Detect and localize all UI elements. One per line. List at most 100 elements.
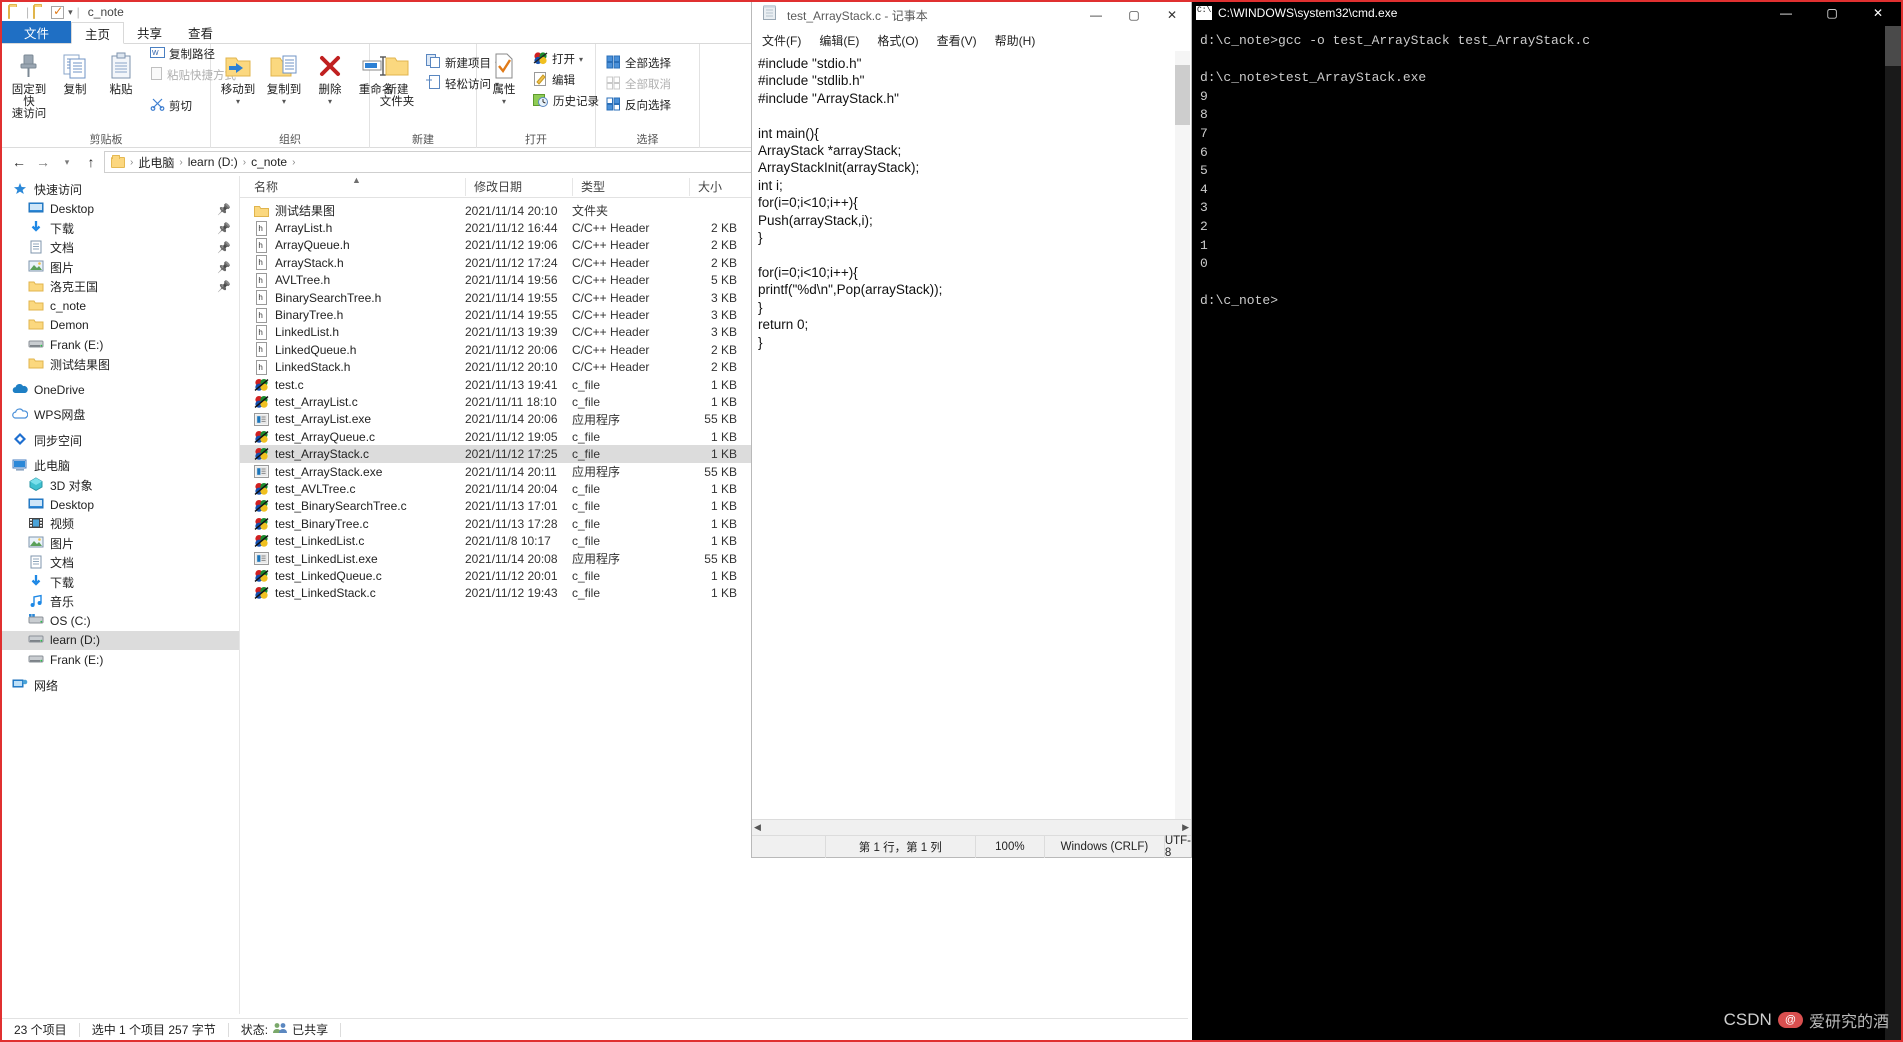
pin-icon[interactable]: 📌 [217,261,231,274]
file-name-cell[interactable]: test_LinkedStack.c [240,586,465,601]
nav-item-[interactable]: 测试结果图 [2,355,239,374]
chevron-down-icon[interactable]: ▾ [68,7,73,18]
cmd-scroll-thumb[interactable] [1885,26,1901,66]
nav-item-c_note[interactable]: c_note [2,296,239,315]
nav-item-wps[interactable]: WPS网盘 [2,405,239,424]
file-name-cell[interactable]: 测试结果图 [240,202,465,219]
nav-item-[interactable]: 下载 [2,572,239,591]
nav-item-[interactable]: 图片 📌 [2,258,239,277]
notepad-vertical-scrollbar[interactable] [1175,51,1190,819]
back-button[interactable]: ← [8,151,30,173]
pin-icon[interactable]: 📌 [217,203,231,216]
recent-locations-button[interactable]: ▾ [56,151,78,173]
notepad-horizontal-scrollbar[interactable]: ◀ ▶ [752,819,1191,835]
file-name-cell[interactable]: h BinarySearchTree.h [240,290,465,306]
notepad-menu-file[interactable]: 文件(F) [762,32,801,49]
select-none-button[interactable]: 全部取消 [603,75,674,94]
file-name-cell[interactable]: h AVLTree.h [240,272,465,288]
notepad-maximize-button[interactable]: ▢ [1115,1,1153,29]
scroll-right-icon[interactable]: ▶ [1182,822,1189,833]
file-name-cell[interactable]: h LinkedQueue.h [240,342,465,358]
cmd-close-button[interactable]: ✕ [1855,0,1901,26]
move-to-button[interactable]: 移动到 ▾ [215,48,261,108]
folder-icon[interactable] [33,5,47,19]
notepad-menu-edit[interactable]: 编辑(E) [819,32,859,49]
nav-item-demon[interactable]: Demon [2,316,239,335]
forward-button[interactable]: → [32,151,54,173]
command-prompt-window[interactable]: C:\WINDOWS\system32\cmd.exe — ▢ ✕ d:\c_n… [1192,0,1901,1042]
notepad-title-bar[interactable]: test_ArrayStack.c - 记事本 — ▢ ✕ [752,1,1191,29]
checkbox-icon[interactable] [51,4,65,19]
cmd-minimize-button[interactable]: — [1763,0,1809,26]
notepad-text-area[interactable]: #include "stdio.h" #include "stdlib.h" #… [752,51,1191,819]
notepad-window[interactable]: test_ArrayStack.c - 记事本 — ▢ ✕ 文件(F) 编辑(E… [751,0,1192,859]
history-button[interactable]: 历史记录 [530,92,602,111]
nav-item-[interactable]: 音乐 [2,592,239,611]
notepad-close-button[interactable]: ✕ [1153,1,1191,29]
file-name-cell[interactable]: test_LinkedList.exe [240,551,465,566]
file-name-cell[interactable]: test_ArrayStack.c [240,447,465,462]
cmd-output[interactable]: d:\c_note>gcc -o test_ArrayStack test_Ar… [1192,26,1901,311]
notepad-menu-view[interactable]: 查看(V) [937,32,977,49]
file-name-cell[interactable]: h ArrayQueue.h [240,237,465,253]
notepad-minimize-button[interactable]: — [1077,1,1115,29]
file-name-cell[interactable]: h LinkedList.h [240,324,465,340]
edit-button[interactable]: 编辑 [530,71,602,90]
invert-selection-button[interactable]: 反向选择 [603,96,674,115]
nav-item-[interactable]: 下载 📌 [2,219,239,238]
nav-item-[interactable]: 文档 📌 [2,238,239,257]
up-button[interactable]: ↑ [80,151,102,173]
nav-item-[interactable]: 文档 [2,553,239,572]
nav-item-osc[interactable]: OS (C:) [2,611,239,630]
column-header-size[interactable]: 大小 [689,177,749,196]
pin-icon[interactable]: 📌 [217,222,231,235]
nav-item-[interactable]: 网络 [2,675,239,694]
tab-view[interactable]: 查看 [175,21,226,43]
chevron-down-icon[interactable]: ▾ [328,97,332,106]
tab-home[interactable]: 主页 [71,22,125,44]
chevron-down-icon[interactable]: ▾ [579,55,583,64]
copy-to-button[interactable]: 复制到 ▾ [261,48,307,108]
notepad-menu-format[interactable]: 格式(O) [877,32,918,49]
delete-button[interactable]: 删除 ▾ [307,48,353,108]
breadcrumb-learn-d[interactable]: learn (D:) [188,155,238,169]
nav-item-[interactable]: 洛克王国 📌 [2,277,239,296]
pin-icon[interactable]: 📌 [217,241,231,254]
file-name-cell[interactable]: test_AVLTree.c [240,481,465,496]
tab-file[interactable]: 文件 [2,21,72,43]
chevron-down-icon[interactable]: ▾ [236,97,240,106]
pin-icon[interactable]: 📌 [217,280,231,293]
nav-item-desktop[interactable]: Desktop [2,495,239,514]
select-all-button[interactable]: 全部选择 [603,54,674,73]
navigation-pane[interactable]: 快速访问 Desktop 📌 下载 📌 文档 📌 图片 📌 洛克王国 📌 c_note Demon Fra… [2,176,240,1014]
nav-item-[interactable]: 视频 [2,514,239,533]
file-name-cell[interactable]: h ArrayStack.h [240,255,465,271]
scroll-left-icon[interactable]: ◀ [754,822,761,833]
cmd-title-bar[interactable]: C:\WINDOWS\system32\cmd.exe — ▢ ✕ [1192,0,1901,26]
breadcrumb-this-pc[interactable]: 此电脑 [138,154,174,171]
file-name-cell[interactable]: test_LinkedList.c [240,534,465,549]
nav-item-[interactable]: 同步空间 [2,431,239,450]
cmd-maximize-button[interactable]: ▢ [1809,0,1855,26]
nav-item-3d[interactable]: 3D 对象 [2,475,239,494]
copy-button[interactable]: 复制 [52,48,98,98]
file-name-cell[interactable]: test_BinaryTree.c [240,516,465,531]
nav-item-learnd[interactable]: learn (D:) [2,630,239,650]
chevron-down-icon[interactable]: ▾ [502,97,506,106]
nav-item-desktop[interactable]: Desktop 📌 [2,199,239,218]
file-name-cell[interactable]: test_ArrayStack.exe [240,464,465,479]
properties-button[interactable]: 属性 ▾ [481,48,527,108]
nav-item-franke[interactable]: Frank (E:) [2,650,239,669]
file-name-cell[interactable]: h BinaryTree.h [240,307,465,323]
cmd-scrollbar[interactable] [1885,26,1901,1042]
tab-share[interactable]: 共享 [124,21,175,43]
paste-button[interactable]: 粘贴 [98,48,144,98]
nav-item-onedrive[interactable]: OneDrive [2,380,239,399]
column-header-type[interactable]: 类型 [572,177,689,196]
nav-item-franke[interactable]: Frank (E:) [2,335,239,354]
pin-to-quick-access-button[interactable]: 固定到快 速访问 [6,48,52,122]
open-button[interactable]: 打开 ▾ [530,50,602,69]
file-name-cell[interactable]: test.c [240,377,465,392]
nav-item-[interactable]: 快速访问 [2,180,239,199]
file-name-cell[interactable]: test_ArrayQueue.c [240,429,465,444]
